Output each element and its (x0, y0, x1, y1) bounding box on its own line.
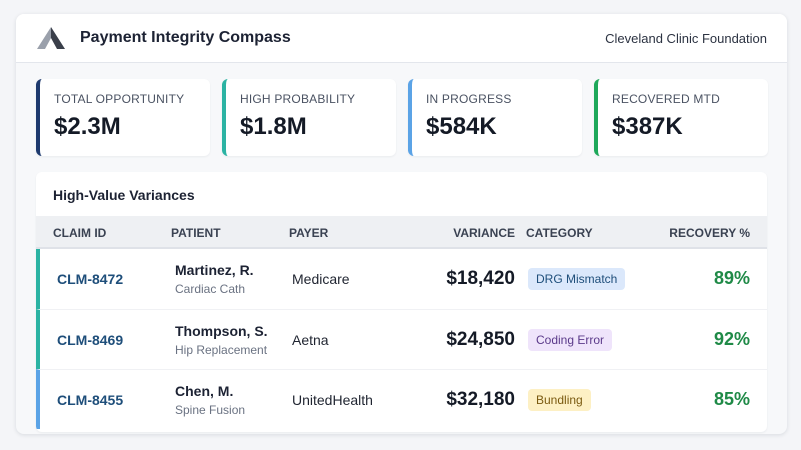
kpi-card-total-opportunity[interactable]: TOTAL OPPORTUNITY $2.3M (36, 79, 210, 156)
column-header-recovery[interactable]: RECOVERY % (669, 226, 750, 240)
kpi-value: $2.3M (54, 113, 121, 140)
table-row[interactable]: CLM-8469 Thompson, S. Hip Replacement Ae… (36, 309, 767, 369)
kpi-label: TOTAL OPPORTUNITY (54, 92, 185, 106)
patient-name: Thompson, S. (175, 323, 268, 339)
kpi-value: $1.8M (240, 113, 307, 140)
kpi-cards: TOTAL OPPORTUNITY $2.3M HIGH PROBABILITY… (36, 79, 768, 156)
kpi-label: RECOVERED MTD (612, 92, 720, 106)
recovery-percent: 85% (713, 389, 750, 409)
top-bar: Payment Integrity Compass Cleveland Clin… (16, 14, 787, 63)
organization-name: Cleveland Clinic Foundation (605, 30, 767, 46)
column-header-payer[interactable]: PAYER (289, 226, 328, 240)
variance-amount: $24,850 (446, 329, 515, 350)
patient-procedure: Spine Fusion (175, 403, 246, 417)
claim-id-link[interactable]: CLM-8469 (57, 332, 123, 348)
patient-name: Martinez, R. (175, 262, 254, 278)
kpi-card-high-probability[interactable]: HIGH PROBABILITY $1.8M (222, 79, 396, 156)
app-title: Payment Integrity Compass (80, 29, 291, 46)
panel-title: High-Value Variances (53, 187, 195, 203)
recovery-percent: 89% (713, 268, 750, 288)
payer-name: Aetna (292, 332, 329, 348)
payer-name: Medicare (292, 271, 350, 287)
claim-id-link[interactable]: CLM-8472 (57, 271, 123, 287)
patient-name: Chen, M. (175, 383, 234, 399)
table-row[interactable]: CLM-8472 Martinez, R. Cardiac Cath Medic… (36, 249, 767, 309)
claim-id-link[interactable]: CLM-8455 (57, 392, 123, 408)
patient-procedure: Hip Replacement (175, 343, 268, 357)
table-row[interactable]: CLM-8455 Chen, M. Spine Fusion UnitedHea… (36, 369, 767, 429)
variances-panel: High-Value Variances CLAIM ID PATIENT PA… (36, 172, 767, 432)
kpi-label: HIGH PROBABILITY (240, 92, 356, 106)
compass-logo-icon (36, 25, 68, 51)
patient-procedure: Cardiac Cath (175, 282, 246, 296)
kpi-card-in-progress[interactable]: IN PROGRESS $584K (408, 79, 582, 156)
variance-amount: $18,420 (446, 268, 515, 289)
category-badge: Bundling (528, 389, 591, 411)
kpi-value: $584K (426, 113, 497, 140)
recovery-percent: 92% (713, 329, 750, 349)
category-badge: Coding Error (528, 329, 613, 351)
payer-name: UnitedHealth (292, 392, 373, 408)
variance-amount: $32,180 (446, 389, 515, 410)
table-header: CLAIM ID PATIENT PAYER VARIANCE CATEGORY… (36, 216, 767, 249)
app-window: Payment Integrity Compass Cleveland Clin… (16, 14, 787, 434)
kpi-label: IN PROGRESS (426, 92, 512, 106)
kpi-card-recovered-mtd[interactable]: RECOVERED MTD $387K (594, 79, 768, 156)
category-badge: DRG Mismatch (528, 268, 626, 290)
column-header-variance[interactable]: VARIANCE (453, 226, 515, 240)
column-header-category[interactable]: CATEGORY (526, 226, 593, 240)
column-header-claim-id[interactable]: CLAIM ID (53, 226, 106, 240)
column-header-patient[interactable]: PATIENT (171, 226, 221, 240)
kpi-value: $387K (612, 113, 683, 140)
